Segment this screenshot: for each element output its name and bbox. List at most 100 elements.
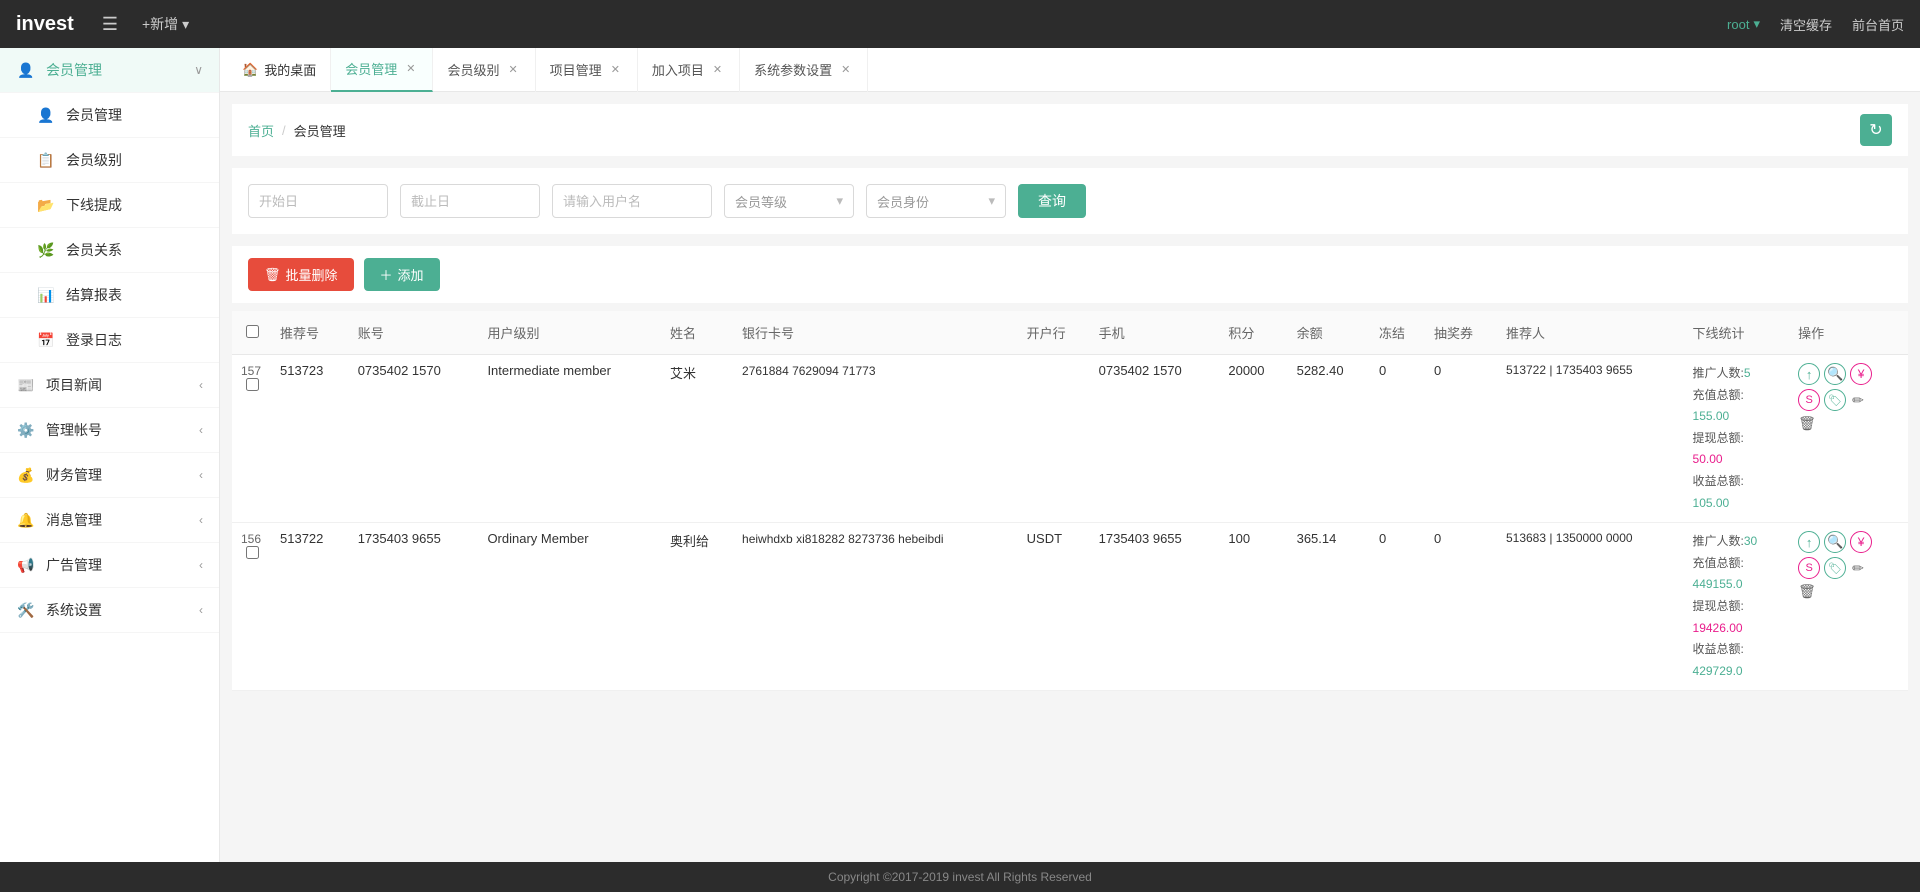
tab-member-mgmt[interactable]: 会员管理 ✕ <box>331 48 433 92</box>
sidebar: 👤 会员管理 ∨ 👤 会员管理 📋 会员级别 📂 下线提成 <box>0 48 220 862</box>
row1-stats: 推广人数:5 充值总额: 155.00 提现总额: 50.00 收益总额: 10… <box>1693 363 1783 514</box>
sidebar-item-ads-mgmt[interactable]: 📢 广告管理 ‹ <box>0 543 219 588</box>
batch-delete-button[interactable]: 🗑 批量删除 <box>248 258 354 291</box>
sidebar-item-project-news[interactable]: 📰 项目新闻 ‹ <box>0 363 219 408</box>
frontend-home-button[interactable]: 前台首页 <box>1852 15 1904 34</box>
refresh-button[interactable]: ↻ <box>1860 114 1892 146</box>
sidebar-item-message-mgmt[interactable]: 🔔 消息管理 ‹ <box>0 498 219 543</box>
tab-system-params-label: 系统参数设置 <box>754 60 832 79</box>
row2-seq: 156 <box>241 532 261 546</box>
sidebar-arrow-admin-account: ‹ <box>199 423 203 437</box>
breadcrumb: 首页 / 会员管理 <box>248 121 346 140</box>
sidebar-item-member-mgmt-parent[interactable]: 👤 会员管理 ∨ <box>0 48 219 93</box>
end-date-input[interactable] <box>400 184 540 218</box>
th-account: 账号 <box>350 311 480 355</box>
breadcrumb-home[interactable]: 首页 <box>248 121 274 140</box>
row1-tag-icon[interactable]: 🏷 <box>1824 389 1846 411</box>
sidebar-arrow-message-mgmt: ‹ <box>199 513 203 527</box>
user-menu[interactable]: root ▾ <box>1727 16 1760 32</box>
member-role-select[interactable]: 会员身份 ▾ <box>866 184 1006 218</box>
sidebar-label-member-mgmt-parent: 会员管理 <box>46 60 102 80</box>
row2-delete-icon[interactable]: 🗑 <box>1798 583 1816 600</box>
tab-member-level-label: 会员级别 <box>447 60 499 79</box>
member-level-select[interactable]: 会员等级 ▾ <box>724 184 854 218</box>
tab-system-params[interactable]: 系统参数设置 ✕ <box>740 48 868 92</box>
row1-seq: 157 <box>241 364 261 378</box>
row1-search-icon[interactable]: 🔍 <box>1824 363 1846 385</box>
sidebar-label-member-relation: 会员关系 <box>66 240 122 260</box>
sidebar-item-settlement[interactable]: 📊 结算报表 <box>0 273 219 318</box>
clear-cache-button[interactable]: 清空缓存 <box>1780 15 1832 34</box>
tab-desktop[interactable]: 🏠 我的桌面 <box>228 48 331 92</box>
add-icon: ＋ <box>380 265 393 284</box>
username-input[interactable] <box>552 184 712 218</box>
th-user-level: 用户级别 <box>479 311 662 355</box>
row1-action-icons: ↑ 🔍 ¥ S 🏷 ✏ <box>1798 363 1900 432</box>
menu-toggle-button[interactable]: ☰ <box>94 10 126 39</box>
tab-project-mgmt[interactable]: 项目管理 ✕ <box>536 48 638 92</box>
sidebar-label-offline-raise: 下线提成 <box>66 195 122 215</box>
row2-up-icon[interactable]: ↑ <box>1798 531 1820 553</box>
tab-member-level[interactable]: 会员级别 ✕ <box>433 48 535 92</box>
th-checkbox <box>232 311 272 355</box>
row1-checkbox[interactable] <box>246 378 259 391</box>
offline-raise-icon: 📂 <box>36 195 56 215</box>
member-role-arrow-icon: ▾ <box>988 193 995 209</box>
main-layout: 👤 会员管理 ∨ 👤 会员管理 📋 会员级别 📂 下线提成 <box>0 48 1920 862</box>
row1-delete-icon[interactable]: 🗑 <box>1798 415 1816 432</box>
new-button[interactable]: +新增 ▾ <box>142 14 189 34</box>
sidebar-item-admin-account[interactable]: ⚙️ 管理帐号 ‹ <box>0 408 219 453</box>
td-row2-name: 奥利给 <box>662 523 734 691</box>
td-row1-lottery: 0 <box>1426 355 1498 523</box>
sidebar-item-offline-raise[interactable]: 📂 下线提成 <box>0 183 219 228</box>
topbar: invest ☰ +新增 ▾ root ▾ 清空缓存 前台首页 <box>0 0 1920 48</box>
row1-edit-icon[interactable]: ✏ <box>1852 392 1864 409</box>
sidebar-item-login-log[interactable]: 📅 登录日志 <box>0 318 219 363</box>
system-settings-icon: 🛠️ <box>16 600 36 620</box>
select-all-checkbox[interactable] <box>246 325 259 338</box>
td-row1-name: 艾米 <box>662 355 734 523</box>
query-button[interactable]: 查询 <box>1018 184 1086 218</box>
sidebar-arrow-project-news: ‹ <box>199 378 203 392</box>
tab-member-mgmt-close[interactable]: ✕ <box>403 61 418 76</box>
add-button[interactable]: ＋ 添加 <box>364 258 440 291</box>
sidebar-label-settlement: 结算报表 <box>66 285 122 305</box>
start-date-input[interactable] <box>248 184 388 218</box>
sidebar-item-member-level[interactable]: 📋 会员级别 <box>0 138 219 183</box>
th-stats: 下线统计 <box>1685 311 1791 355</box>
sidebar-item-member-list[interactable]: 👤 会员管理 <box>0 93 219 138</box>
footer-text: Copyright ©2017-2019 invest All Rights R… <box>828 870 1092 884</box>
tab-system-params-close[interactable]: ✕ <box>838 62 853 77</box>
member-relation-icon: 🌿 <box>36 240 56 260</box>
sidebar-item-finance-mgmt[interactable]: 💰 财务管理 ‹ <box>0 453 219 498</box>
topbar-right: root ▾ 清空缓存 前台首页 <box>1727 15 1904 34</box>
row1-yen-icon[interactable]: ¥ <box>1850 363 1872 385</box>
table-header-row: 推荐号 账号 用户级别 姓名 银行卡号 开户行 手机 积分 余额 冻结 抽奖券 <box>232 311 1908 355</box>
row2-yen-icon[interactable]: ¥ <box>1850 531 1872 553</box>
td-row2-account: 1735403 9655 <box>350 523 480 691</box>
td-row1-frozen: 0 <box>1371 355 1426 523</box>
sidebar-item-member-relation[interactable]: 🌿 会员关系 <box>0 228 219 273</box>
tab-join-project[interactable]: 加入项目 ✕ <box>638 48 740 92</box>
page-inner: 首页 / 会员管理 ↻ 会员等级 ▾ 会员身份 <box>220 92 1920 703</box>
td-row1-checkbox: 157 <box>232 355 272 523</box>
row2-s-icon[interactable]: S <box>1798 557 1820 579</box>
td-row2-lottery: 0 <box>1426 523 1498 691</box>
tab-member-level-close[interactable]: ✕ <box>505 62 520 77</box>
td-row2-balance: 365.14 <box>1289 523 1371 691</box>
td-row2-points: 100 <box>1220 523 1288 691</box>
tab-join-project-close[interactable]: ✕ <box>710 62 725 77</box>
row1-up-icon[interactable]: ↑ <box>1798 363 1820 385</box>
row2-checkbox[interactable] <box>246 546 259 559</box>
row2-tag-icon[interactable]: 🏷 <box>1824 557 1846 579</box>
sidebar-item-system-settings[interactable]: 🛠️ 系统设置 ‹ <box>0 588 219 633</box>
sidebar-label-message-mgmt: 消息管理 <box>46 510 102 530</box>
tab-project-mgmt-close[interactable]: ✕ <box>608 62 623 77</box>
settlement-icon: 📊 <box>36 285 56 305</box>
row2-edit-icon[interactable]: ✏ <box>1852 560 1864 577</box>
sidebar-label-system-settings: 系统设置 <box>46 600 102 620</box>
row1-s-icon[interactable]: S <box>1798 389 1820 411</box>
sidebar-arrow-ads-mgmt: ‹ <box>199 558 203 572</box>
row2-search-icon[interactable]: 🔍 <box>1824 531 1846 553</box>
td-row2-frozen: 0 <box>1371 523 1426 691</box>
